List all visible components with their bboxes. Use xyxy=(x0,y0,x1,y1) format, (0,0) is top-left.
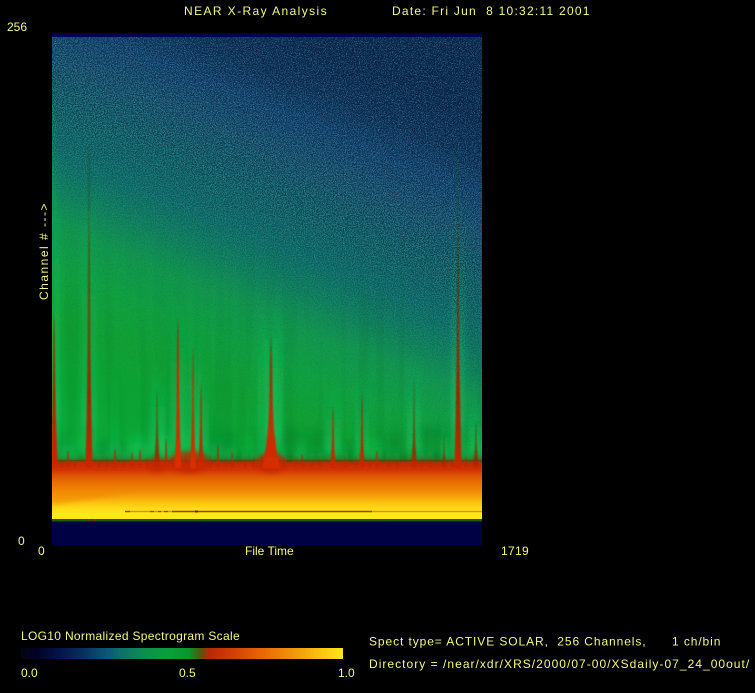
svg-text:File Time: File Time xyxy=(245,544,294,558)
svg-text:256: 256 xyxy=(7,20,27,34)
svg-text:LOG10 Normalized Spectrogram S: LOG10 Normalized Spectrogram Scale xyxy=(21,629,240,643)
svg-text:1719: 1719 xyxy=(501,544,529,558)
svg-text:NEAR X-Ray Analysis: NEAR X-Ray Analysis xyxy=(184,4,328,18)
svg-text:Channel # --->: Channel # ---> xyxy=(37,202,51,300)
svg-text:0: 0 xyxy=(18,534,25,548)
svg-text:0.0: 0.0 xyxy=(21,666,38,680)
svg-text:0: 0 xyxy=(38,544,45,558)
svg-text:Directory = /near/xdr/XRS/2000: Directory = /near/xdr/XRS/2000/07-00/XSd… xyxy=(369,657,750,671)
svg-text:0.5: 0.5 xyxy=(179,666,196,680)
svg-text:1.0: 1.0 xyxy=(338,666,355,680)
svg-text:Spect type= ACTIVE SOLAR, 256: Spect type= ACTIVE SOLAR, 256 Channels, … xyxy=(369,635,721,649)
svg-text:Date: Fri Jun 8 10:32:11 2001: Date: Fri Jun 8 10:32:11 2001 xyxy=(392,4,591,18)
